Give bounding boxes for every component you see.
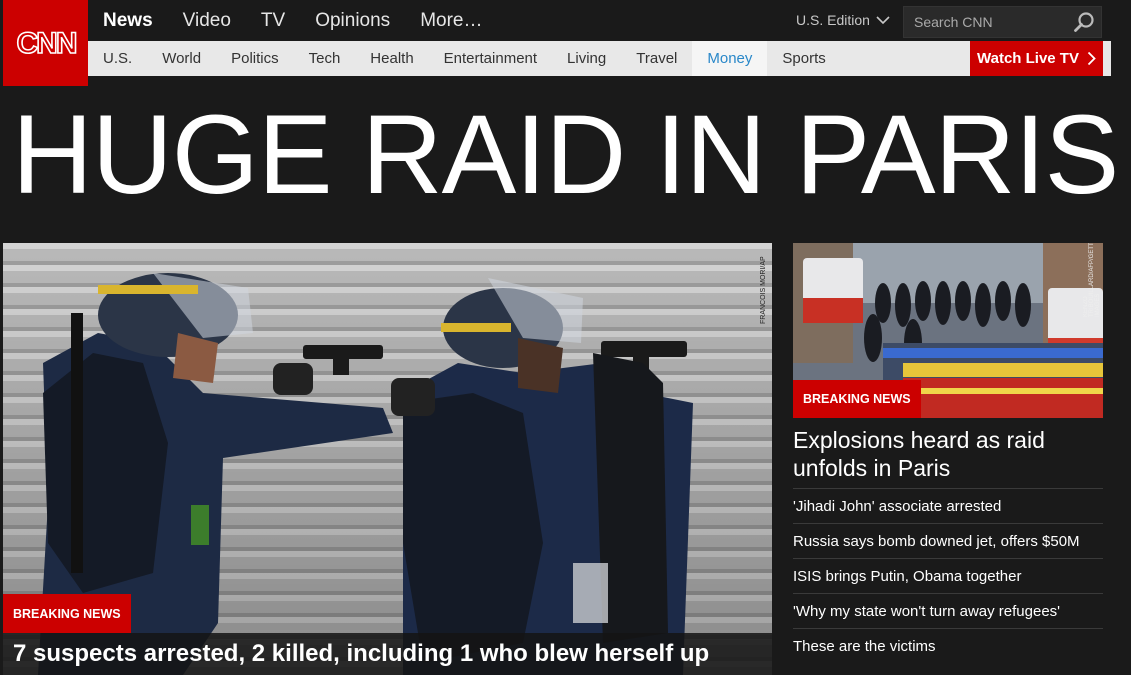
section-politics[interactable]: Politics [216,41,294,76]
nav-news[interactable]: News [103,10,153,32]
section-sports[interactable]: Sports [767,41,840,76]
search-box [903,6,1102,38]
top-bar: News Video TV Opinions More… U.S. Editio… [88,0,1131,41]
page-headline[interactable]: HUGE RAID IN PARIS [12,90,1119,220]
side-story-image[interactable]: KENZO TRIBOUILLARD/AFP/GETTY IMAGES BREA… [793,243,1103,418]
section-nav: U.S. World Politics Tech Health Entertai… [88,41,1111,76]
edition-label: U.S. Edition [796,12,870,28]
hero-caption[interactable]: 7 suspects arrested, 2 killed, including… [3,633,772,675]
side-story-title[interactable]: Explosions heard as raid unfolds in Pari… [793,426,1103,482]
breaking-news-badge: BREAKING NEWS [3,594,131,633]
list-item[interactable]: ISIS brings Putin, Obama together [793,558,1103,593]
section-money[interactable]: Money [692,41,768,76]
cnn-logo[interactable]: CNN [3,0,88,86]
cnn-logo-icon: CNN [15,26,78,61]
side-photo-credit: KENZO TRIBOUILLARD/AFP/GETTY IMAGES [1083,243,1101,317]
list-item[interactable]: These are the victims [793,628,1103,663]
section-tech[interactable]: Tech [294,41,356,76]
section-living[interactable]: Living [552,41,621,76]
list-item[interactable]: Russia says bomb downed jet, offers $50M [793,523,1103,558]
side-breaking-news-badge: BREAKING NEWS [793,380,921,418]
nav-opinions[interactable]: Opinions [315,10,390,32]
hero-story[interactable]: FRANCOIS MORI/AP BREAKING NEWS 7 suspect… [3,243,772,675]
watch-live-label: Watch Live TV [977,50,1079,67]
section-entertainment[interactable]: Entertainment [429,41,552,76]
list-item[interactable]: 'Why my state won't turn away refugees' [793,593,1103,628]
primary-nav: News Video TV Opinions More… [103,0,512,41]
nav-video[interactable]: Video [183,10,231,32]
chevron-right-icon [1087,51,1096,66]
search-icon[interactable] [1073,11,1095,33]
related-stories: 'Jihadi John' associate arrested Russia … [793,488,1103,663]
section-world[interactable]: World [147,41,216,76]
nav-tv[interactable]: TV [261,10,285,32]
chevron-down-icon [876,16,890,25]
section-health[interactable]: Health [355,41,428,76]
edition-selector[interactable]: U.S. Edition [796,12,890,28]
hero-photo-credit: FRANCOIS MORI/AP [760,256,767,324]
watch-live-tv-button[interactable]: Watch Live TV [970,41,1103,76]
logo-text: CNN [16,27,75,60]
section-us[interactable]: U.S. [88,41,147,76]
search-input[interactable] [904,14,1064,30]
nav-more[interactable]: More… [420,10,482,32]
section-travel[interactable]: Travel [621,41,692,76]
list-item[interactable]: 'Jihadi John' associate arrested [793,488,1103,523]
